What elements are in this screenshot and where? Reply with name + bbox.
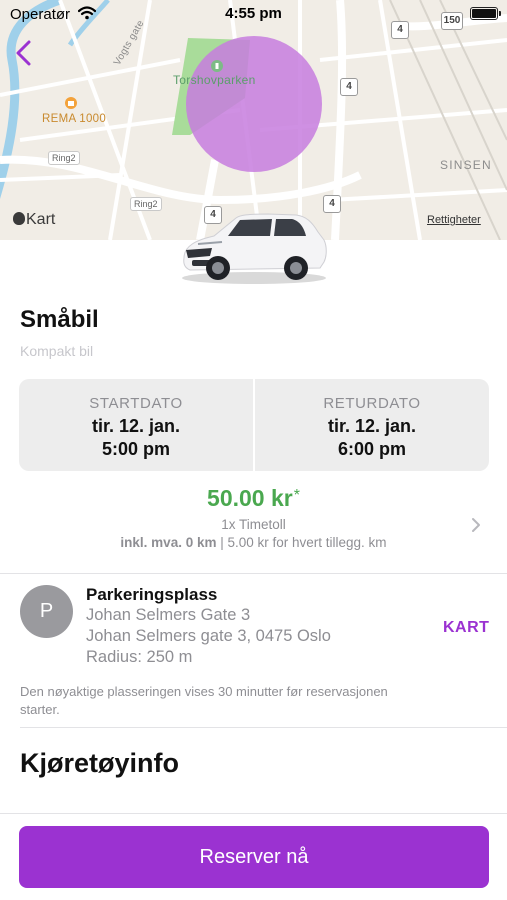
car-image [182,213,327,284]
show-map-button[interactable]: KART [443,619,489,637]
parking-address: Johan Selmers gate 3, 0475 Oslo [86,627,331,645]
status-time: 4:55 pm [225,5,282,22]
return-date-value: tir. 12. jan. [327,416,417,436]
price-summary[interactable]: 50.00 kr* 1x Timetoll inkl. mva. 0 km | … [0,485,507,550]
map-label-district: SINSEN [440,158,492,172]
divider [0,813,507,814]
map-attribution-text: Kart [26,211,56,228]
start-time-value: 5:00 pm [101,439,171,459]
price-terms: inkl. mva. 0 km | 5.00 kr for hvert till… [0,535,507,550]
road-label-ring2: Ring2 [130,197,162,211]
battery-icon [470,7,501,20]
divider [20,727,507,728]
road-label-ring2: Ring2 [48,151,80,165]
rental-dates-card: STARTDATO tir. 12. jan. 5:00 pm RETURDAT… [19,379,489,471]
price-value: 50.00 kr [207,485,293,511]
return-time-value: 6:00 pm [337,439,407,459]
map-label-park: Torshovparken [173,73,256,87]
status-bar: Operatør 4:55 pm [0,0,507,28]
vehicle-description: Kompakt bil [20,343,94,359]
vehicle-category: Småbil [20,306,99,333]
chevron-right-icon[interactable] [469,516,483,534]
price-marker: * [293,487,300,504]
map-attribution: Kart [13,211,55,229]
price-terms-included: inkl. mva. 0 km [120,535,217,550]
price-terms-extra: | 5.00 kr for hvert tillegg. km [216,535,387,550]
chevron-left-icon [16,40,31,66]
start-date-selector[interactable]: STARTDATO tir. 12. jan. 5:00 pm [19,379,253,471]
map-view[interactable]: Torshovparken REMA 1000 SINSEN Vogts gat… [0,0,507,240]
parking-street: Johan Selmers Gate 3 [86,606,251,624]
vehicle-info-heading: Kjøretøyinfo [20,748,179,778]
reserve-button[interactable]: Reserver nå [19,826,489,888]
parking-title: Parkeringsplass [86,585,218,604]
start-date-label: STARTDATO [89,395,183,412]
route-shield: 4 [340,78,358,96]
return-date-selector[interactable]: RETURDATO tir. 12. jan. 6:00 pm [253,379,489,471]
apple-logo-icon [13,212,25,225]
parking-location: P Parkeringsplass Johan Selmers Gate 3 J… [0,582,507,674]
price-line: 50.00 kr* [0,485,507,512]
parking-avatar: P [20,585,73,638]
map-legal-link[interactable]: Rettigheter [427,214,481,226]
divider [0,573,507,574]
location-note: Den nøyaktige plasseringen vises 30 minu… [20,684,388,717]
return-date-label: RETURDATO [323,395,421,412]
back-button[interactable] [10,36,40,70]
map-label-store: REMA 1000 [42,113,107,125]
price-unit: 1x Timetoll [221,517,286,532]
parking-radius: Radius: 250 m [86,648,193,666]
start-date-value: tir. 12. jan. [91,416,181,436]
